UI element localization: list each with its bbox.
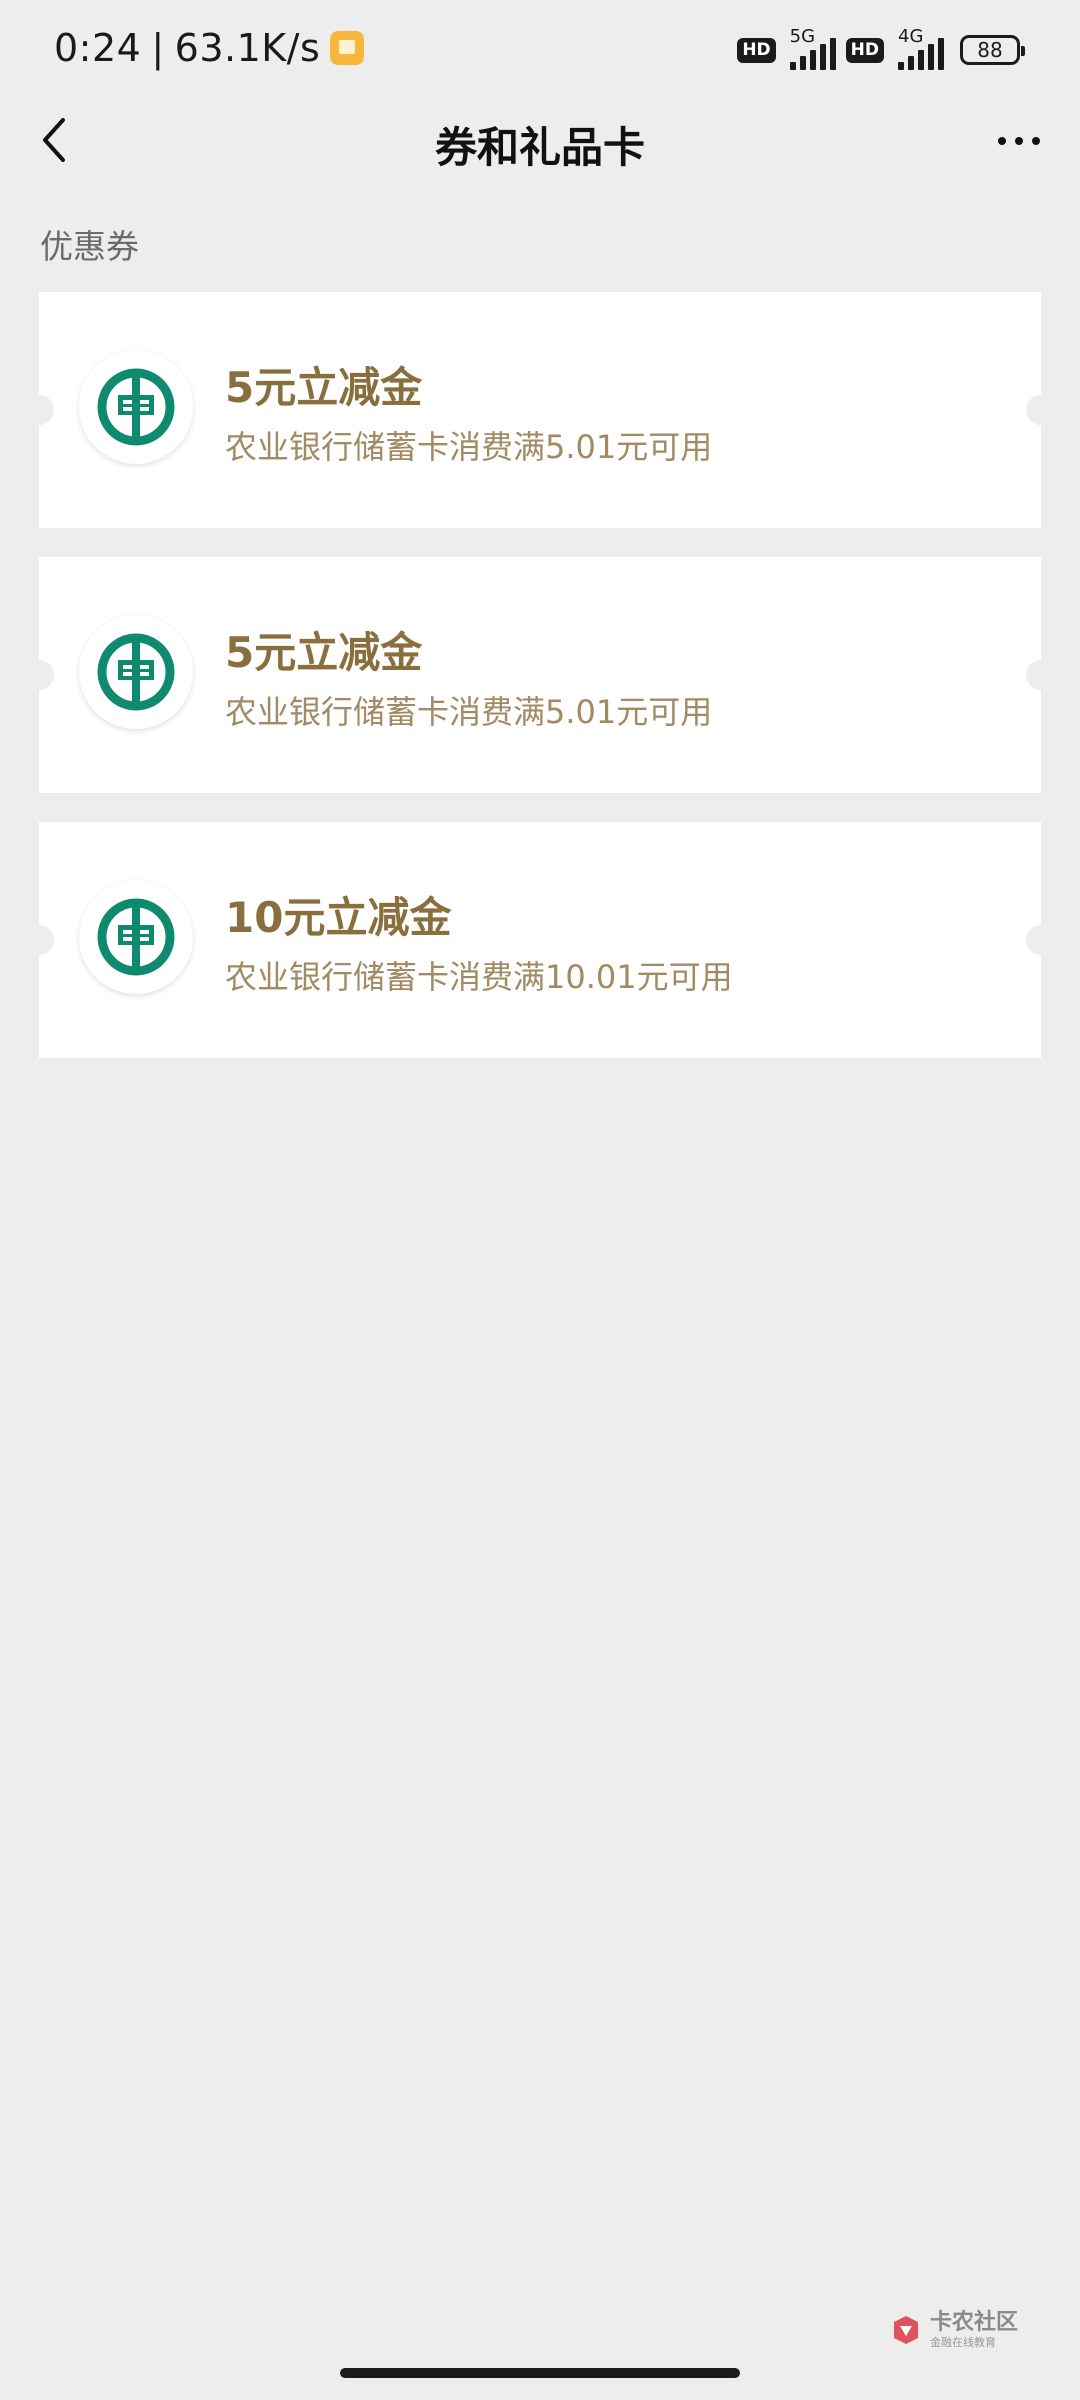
status-separator: | xyxy=(151,26,165,70)
status-speed: 63.1K/s xyxy=(174,26,321,70)
more-dot-icon xyxy=(1015,137,1023,145)
ticket-notch-right xyxy=(1026,925,1056,955)
coupon-list: 5元立减金 农业银行储蓄卡消费满5.01元可用 5元立减金 农业银行储蓄卡消费满… xyxy=(24,292,1056,1087)
signal-4g-icon: 4G xyxy=(894,26,944,70)
gallery-notification-icon xyxy=(330,31,365,65)
coupon-title: 5元立减金 xyxy=(225,363,423,412)
signal-5g-icon: 5G xyxy=(786,26,836,70)
abc-bank-logo-icon xyxy=(79,615,193,729)
kanong-logo-icon xyxy=(893,2316,918,2344)
coupon-description: 农业银行储蓄卡消费满10.01元可用 xyxy=(225,958,733,996)
status-time: 0:24 xyxy=(54,26,142,70)
status-bar: 0:24 | 63.1K/s HD 5G HD 4G 88 xyxy=(0,0,1080,100)
ticket-notch-left xyxy=(24,660,54,690)
more-dot-icon xyxy=(998,137,1006,145)
section-label-coupons: 优惠券 xyxy=(40,227,139,266)
more-options-button[interactable] xyxy=(984,116,1054,166)
watermark-name: 卡农社区 xyxy=(929,2310,1018,2335)
hd-badge-2: HD xyxy=(845,37,884,63)
abc-bank-logo-icon xyxy=(79,350,193,464)
more-dot-icon xyxy=(1032,137,1040,145)
page-title: 券和礼品卡 xyxy=(434,123,645,172)
watermark: 卡农社区 金融在线教育 xyxy=(888,2312,1018,2348)
coupon-description: 农业银行储蓄卡消费满5.01元可用 xyxy=(225,428,713,466)
coupon-card[interactable]: 5元立减金 农业银行储蓄卡消费满5.01元可用 xyxy=(24,557,1056,793)
ticket-notch-left xyxy=(24,395,54,425)
ticket-notch-right xyxy=(1026,395,1056,425)
coupon-card[interactable]: 10元立减金 农业银行储蓄卡消费满10.01元可用 xyxy=(24,822,1056,1058)
battery-icon: 88 xyxy=(960,35,1025,65)
status-left: 0:24 | 63.1K/s xyxy=(54,26,365,70)
ticket-notch-left xyxy=(24,925,54,955)
home-indicator[interactable] xyxy=(340,2368,740,2378)
ticket-notch-right xyxy=(1026,660,1056,690)
coupon-title: 10元立减金 xyxy=(225,893,452,942)
nav-bar: 券和礼品卡 xyxy=(0,100,1080,180)
coupon-title: 5元立减金 xyxy=(225,628,423,677)
coupon-card[interactable]: 5元立减金 农业银行储蓄卡消费满5.01元可用 xyxy=(24,292,1056,528)
watermark-subtitle: 金融在线教育 xyxy=(929,2336,996,2349)
hd-badge: HD xyxy=(737,37,776,63)
coupon-description: 农业银行储蓄卡消费满5.01元可用 xyxy=(225,693,713,731)
battery-level: 88 xyxy=(977,38,1003,62)
status-right: HD 5G HD 4G 88 xyxy=(737,26,1025,70)
abc-bank-logo-icon xyxy=(79,880,193,994)
